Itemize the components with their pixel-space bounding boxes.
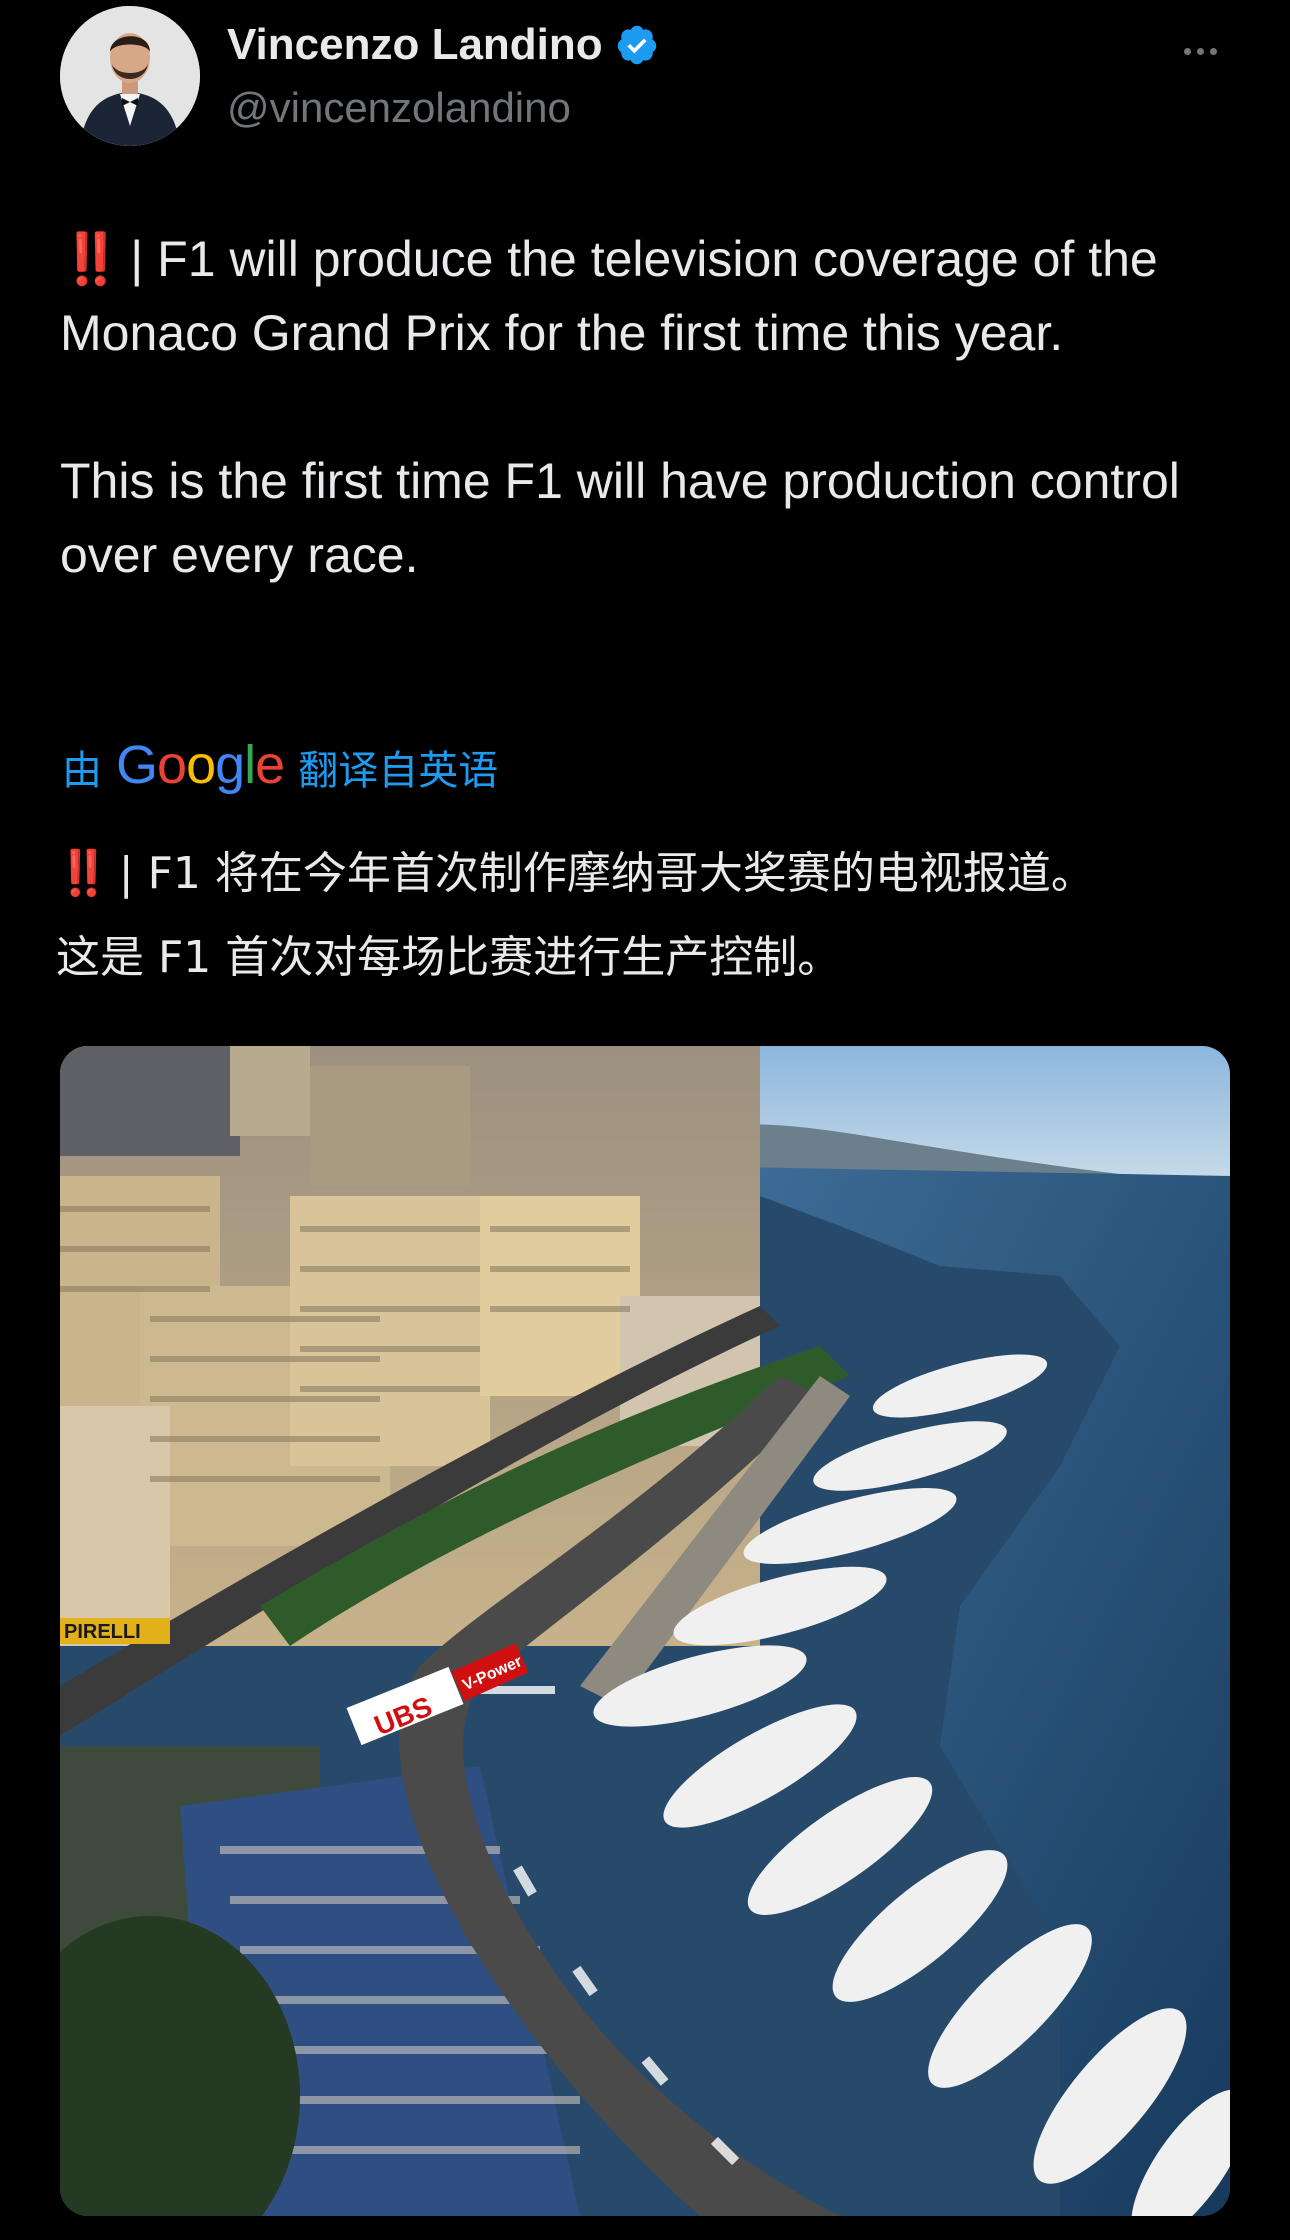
double-exclamation-icon: ‼️ [56, 848, 111, 899]
pirelli-banner-text: PIRELLI [64, 1621, 141, 1643]
display-name[interactable]: Vincenzo Landino [227, 20, 603, 70]
author-name-row[interactable]: Vincenzo Landino [227, 20, 659, 70]
translated-line-1: ‼️ | F1 将在今年首次制作摩纳哥大奖赛的电视报道。 [56, 832, 1236, 916]
tweet-text: ‼️ | F1 will produce the television cover… [60, 222, 1230, 592]
tweet-header: Vincenzo Landino @vincenzolandino [60, 6, 1230, 146]
translated-line-2: 这是 F1 首次对每场比赛进行生产控制。 [56, 932, 842, 983]
tweet-paragraph-1: ‼️ | F1 will produce the television cover… [60, 222, 1230, 370]
tweet-photo[interactable]: UBS V-Power PIRELLI [60, 1046, 1230, 2216]
translation-attribution[interactable]: 由 Google 翻译自英语 [62, 738, 498, 796]
tweet-paragraph-1-text: | F1 will produce the television coverag… [60, 231, 1158, 361]
translated-line-1-text: | F1 将在今年首次制作摩纳哥大奖赛的电视报道。 [118, 848, 1095, 899]
avatar[interactable] [60, 6, 200, 146]
author-handle[interactable]: @vincenzolandino [227, 84, 571, 132]
translated-text: ‼️ | F1 将在今年首次制作摩纳哥大奖赛的电视报道。 这是 F1 首次对每场比… [56, 832, 1236, 1000]
translation-prefix: 由 [62, 749, 102, 793]
more-horizontal-icon[interactable] [1170, 36, 1230, 66]
translation-suffix: 翻译自英语 [298, 749, 499, 793]
tweet-paragraph-2: This is the first time F1 will have prod… [60, 453, 1180, 583]
verified-badge-icon [617, 25, 656, 65]
avatar-image [60, 6, 200, 146]
double-exclamation-icon: ‼️ [60, 231, 122, 287]
monaco-harbour-photo: UBS V-Power PIRELLI [60, 1046, 1230, 2216]
pirelli-banner: PIRELLI [60, 1618, 170, 1644]
google-logo: Google [116, 735, 285, 795]
